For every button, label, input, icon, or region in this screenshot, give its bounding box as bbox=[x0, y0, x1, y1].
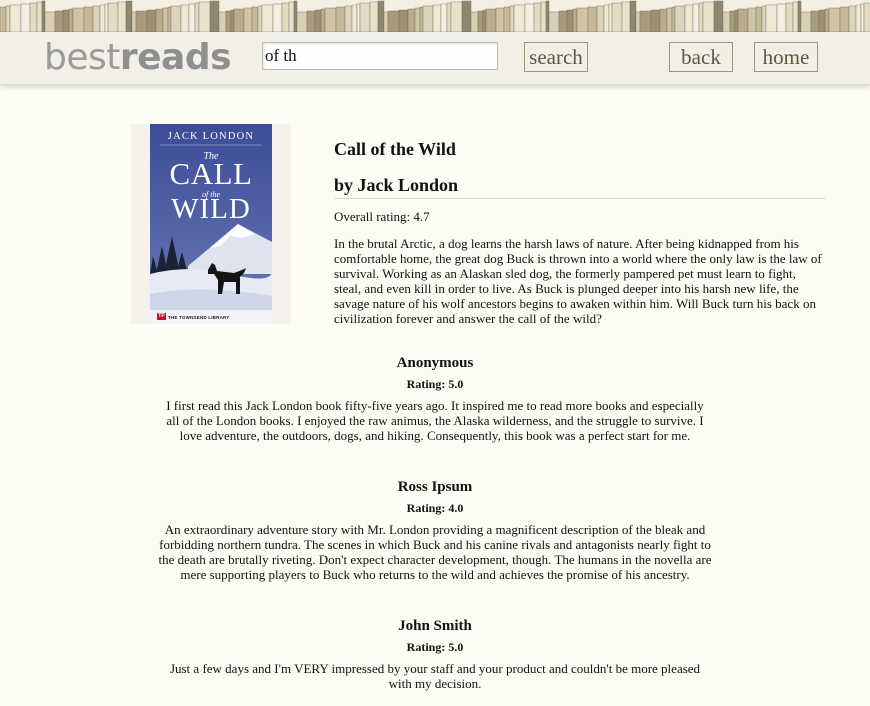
home-button[interactable]: home bbox=[754, 42, 818, 72]
cover-call-text: CALL bbox=[169, 156, 253, 191]
book-cover-frame: JACK LONDON The CALL of the WILD TP THE … bbox=[131, 124, 291, 324]
book-title: Call of the Wild bbox=[334, 139, 456, 159]
review-text: I first read this Jack London book fifty… bbox=[166, 398, 704, 443]
search-input[interactable] bbox=[262, 42, 498, 70]
cover-wild-text: WILD bbox=[171, 193, 251, 225]
book-info: Call of the Wild by Jack London Overall … bbox=[334, 138, 826, 326]
logo-bold-text: reads bbox=[119, 37, 232, 78]
overall-rating: Overall rating: 4.7 bbox=[334, 209, 430, 224]
reviewer-name: Anonymous bbox=[396, 355, 474, 371]
review-text: An extraordinary adventure story with Mr… bbox=[158, 522, 712, 582]
review-text: Just a few days and I'm VERY impressed b… bbox=[169, 661, 701, 691]
reviewer-name: Ross Ipsum bbox=[397, 479, 473, 495]
cover-publisher-text: THE TOWNSEND LIBRARY bbox=[168, 315, 230, 320]
back-button[interactable]: back bbox=[669, 42, 733, 72]
bookshelf-image bbox=[0, 0, 870, 32]
header-bar: bestreads search back home bbox=[0, 32, 870, 85]
logo-light-text: best bbox=[44, 37, 120, 78]
bookshelf-banner bbox=[0, 0, 870, 32]
review-item: Ross Ipsum Rating: 4.0 An extraordinary … bbox=[150, 478, 720, 582]
search-button[interactable]: search bbox=[524, 42, 588, 72]
review-rating: Rating: 4.0 bbox=[406, 501, 464, 515]
cover-author-text: JACK LONDON bbox=[167, 131, 255, 142]
site-logo[interactable]: bestreads bbox=[44, 36, 232, 80]
review-rating: Rating: 5.0 bbox=[406, 640, 464, 654]
book-cover-image: JACK LONDON The CALL of the WILD TP THE … bbox=[150, 124, 272, 324]
review-rating: Rating: 5.0 bbox=[406, 377, 464, 391]
review-item: John Smith Rating: 5.0 Just a few days a… bbox=[160, 617, 710, 691]
publisher-logo: TP bbox=[157, 313, 166, 320]
reviewer-name: John Smith bbox=[398, 618, 472, 634]
review-item: Anonymous Rating: 5.0 I first read this … bbox=[160, 354, 710, 443]
book-description: In the brutal Arctic, a dog learns the h… bbox=[334, 236, 822, 326]
book-author: by Jack London bbox=[334, 174, 826, 199]
